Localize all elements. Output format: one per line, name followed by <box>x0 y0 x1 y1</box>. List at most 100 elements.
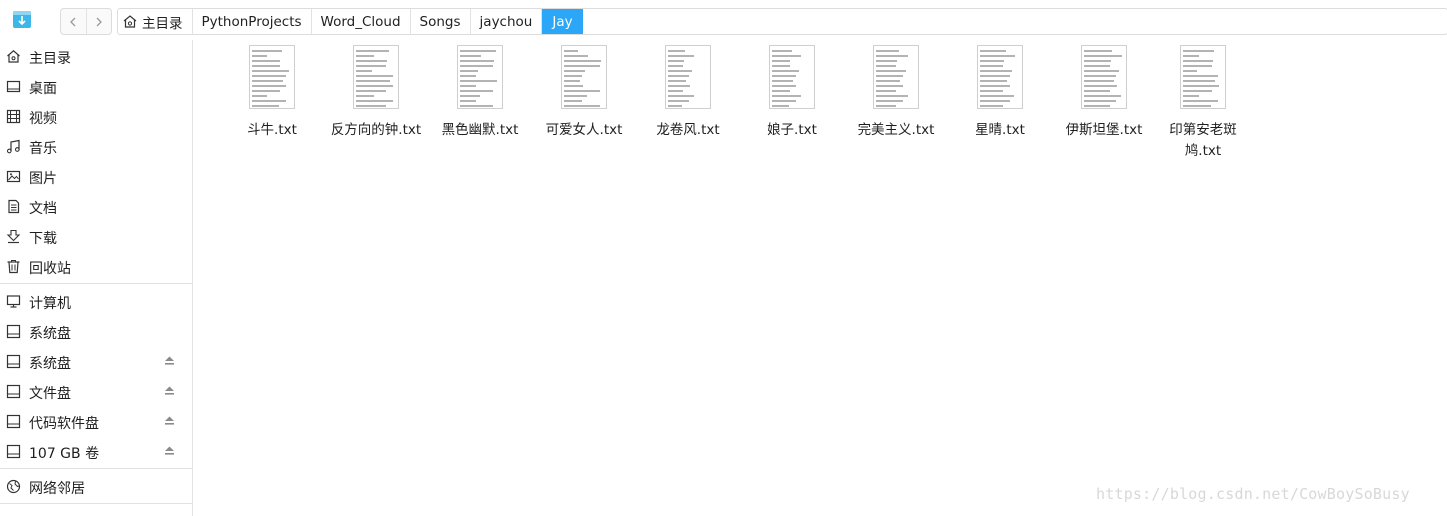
thumbnail-text-line <box>564 70 586 72</box>
sidebar-item-file-disk[interactable]: 文件盘 <box>0 377 192 407</box>
thumbnail-text-line <box>980 55 1015 57</box>
thumbnail-text-line <box>356 65 387 67</box>
desktop-icon <box>6 80 21 93</box>
thumbnail-text-line <box>356 85 394 87</box>
breadcrumb-item-songs[interactable]: Songs <box>411 9 471 34</box>
thumbnail-text-line <box>876 80 900 82</box>
file-item[interactable]: 娘子.txt <box>737 45 847 141</box>
sidebar-item-downloads[interactable]: 下载 <box>0 222 192 252</box>
thumbnail-text-line <box>668 55 695 57</box>
sidebar-item-system-disk-1[interactable]: 系统盘 <box>0 317 192 347</box>
file-item[interactable]: 斗牛.txt <box>217 45 327 141</box>
file-item[interactable]: 星晴.txt <box>945 45 1055 141</box>
watermark: https://blog.csdn.net/CowBoySoBusy <box>1096 485 1410 503</box>
file-name: 星晴.txt <box>975 122 1025 138</box>
sidebar-item-label: 计算机 <box>29 296 71 312</box>
thumbnail-text-line <box>252 65 280 67</box>
thumbnail-text-line <box>564 100 583 102</box>
sidebar-item-label: 图片 <box>29 171 57 187</box>
thumbnail-text-line <box>772 75 796 77</box>
sidebar-item-desktop[interactable]: 桌面 <box>0 72 192 102</box>
thumbnail-text-line <box>1183 75 1219 77</box>
thumbnail-text-line <box>772 85 797 87</box>
music-icon <box>6 139 20 154</box>
disk-icon <box>6 354 21 369</box>
file-item[interactable]: 伊斯坦堡.txt <box>1049 45 1159 141</box>
thumbnail-text-line <box>772 80 794 82</box>
thumbnail-text-line <box>460 60 494 62</box>
thumbnail-text-line <box>1084 80 1114 82</box>
thumbnail-text-line <box>668 50 686 52</box>
sidebar-item-label: 系统盘 <box>29 356 71 372</box>
sidebar-item-label: 下载 <box>29 231 57 247</box>
file-item[interactable]: 龙卷风.txt <box>633 45 743 141</box>
sidebar-item-computer[interactable]: 计算机 <box>0 287 192 317</box>
forward-button[interactable] <box>85 9 112 34</box>
thumbnail-text-line <box>980 100 1010 102</box>
thumbnail-text-line <box>1084 105 1110 107</box>
thumbnail-text-line <box>564 80 580 82</box>
file-name: 斗牛.txt <box>247 122 297 138</box>
thumbnail-text-line <box>356 50 389 52</box>
eject-icon[interactable] <box>164 355 175 366</box>
thumbnail-text-line <box>980 105 1003 107</box>
thumbnail-text-line <box>668 80 687 82</box>
thumbnail-text-line <box>668 90 683 92</box>
sidebar-item-107gb-volume[interactable]: 107 GB 卷 <box>0 437 192 467</box>
breadcrumb-item-pythonprojects[interactable]: PythonProjects <box>193 9 312 34</box>
thumbnail-text-line <box>772 55 802 57</box>
sidebar-item-label: 文件盘 <box>29 386 71 402</box>
thumbnail-text-line <box>460 100 476 102</box>
eject-icon[interactable] <box>164 385 175 396</box>
toolbar: 主目录 PythonProjects Word_Cloud Songs jayc… <box>0 0 1447 40</box>
eject-icon[interactable] <box>164 445 175 456</box>
sidebar-item-trash[interactable]: 回收站 <box>0 252 192 282</box>
video-icon <box>6 109 21 124</box>
back-button[interactable] <box>61 9 86 34</box>
thumbnail-text-line <box>772 50 792 52</box>
text-file-thumbnail-icon <box>1180 45 1226 109</box>
thumbnail-text-line <box>772 90 790 92</box>
eject-icon[interactable] <box>164 415 175 426</box>
computer-icon <box>6 295 21 308</box>
sidebar-item-documents[interactable]: 文档 <box>0 192 192 222</box>
sidebar-item-system-disk-2[interactable]: 系统盘 <box>0 347 192 377</box>
breadcrumb-home[interactable]: 主目录 <box>118 9 193 34</box>
sidebar-item-label: 文档 <box>29 201 57 217</box>
text-file-thumbnail-icon <box>1081 45 1127 109</box>
thumbnail-text-line <box>772 100 796 102</box>
breadcrumb-item-jaychou[interactable]: jaychou <box>471 9 543 34</box>
thumbnail-text-line <box>980 75 1010 77</box>
sidebar-item-pictures[interactable]: 图片 <box>0 162 192 192</box>
file-name: 印第安老斑鸠.txt <box>1169 122 1237 159</box>
thumbnail-text-line <box>356 75 393 77</box>
thumbnail-text-line <box>252 80 284 82</box>
thumbnail-text-line <box>1183 65 1212 67</box>
file-item[interactable]: 完美主义.txt <box>841 45 951 141</box>
thumbnail-text-line <box>1183 50 1215 52</box>
breadcrumb-item-word-cloud[interactable]: Word_Cloud <box>312 9 411 34</box>
sidebar-item-label: 桌面 <box>29 81 57 97</box>
file-item[interactable]: 反方向的钟.txt <box>321 45 431 141</box>
file-item[interactable]: 可爱女人.txt <box>529 45 639 141</box>
sidebar-item-home[interactable]: 主目录 <box>0 42 192 72</box>
sidebar-divider <box>0 468 192 469</box>
thumbnail-text-line <box>668 65 683 67</box>
download-icon <box>6 229 21 244</box>
sidebar-divider <box>0 503 192 504</box>
sidebar-item-music[interactable]: 音乐 <box>0 132 192 162</box>
file-item[interactable]: 黑色幽默.txt <box>425 45 535 141</box>
thumbnail-text-line <box>668 75 690 77</box>
sidebar-item-network[interactable]: 网络邻居 <box>0 472 192 502</box>
thumbnail-text-line <box>460 105 493 107</box>
thumbnail-text-line <box>564 50 579 52</box>
file-item[interactable]: 印第安老斑鸠.txt <box>1159 45 1247 162</box>
breadcrumb-current-jay[interactable]: Jay <box>542 9 583 34</box>
thumbnail-text-line <box>876 75 903 77</box>
thumbnail-text-line <box>1183 70 1197 72</box>
document-icon <box>8 199 20 214</box>
sidebar-item-video[interactable]: 视频 <box>0 102 192 132</box>
text-file-thumbnail-icon <box>457 45 503 109</box>
thumbnail-text-line <box>252 90 280 92</box>
sidebar-item-code-software-disk[interactable]: 代码软件盘 <box>0 407 192 437</box>
